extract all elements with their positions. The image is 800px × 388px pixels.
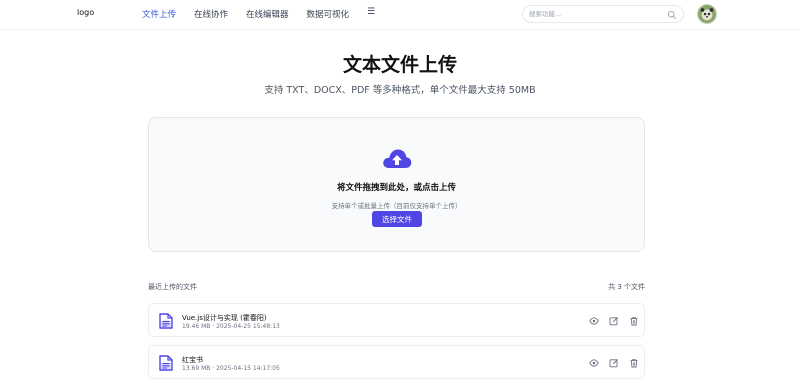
main-nav: 文件上传 在线协作 在线编辑器 数据可视化 ☰ [142,8,375,21]
nav-file-upload[interactable]: 文件上传 [142,8,176,20]
recent-files-count: 共 3 个文件 [608,283,645,291]
upload-dropzone[interactable]: 将文件拖拽到此处，或点击上传 支持单个或批量上传（目前仅支持单个上传） 选择文件 [148,117,645,252]
trash-icon[interactable] [629,358,639,368]
choose-file-button[interactable]: 选择文件 [372,211,422,227]
document-icon [159,355,173,371]
file-meta: 13.69 MB · 2025-04-15 14:17:05 [182,365,280,372]
search-icon[interactable] [667,10,677,20]
file-item[interactable]: 红宝书 13.69 MB · 2025-04-15 14:17:05 [148,345,645,379]
hamburger-menu-icon[interactable]: ☰ [367,8,375,20]
eye-icon[interactable] [589,358,599,368]
edit-icon[interactable] [609,358,619,368]
file-name: Vue.js设计与实现 (霍春阳) [182,314,267,322]
recent-files-heading: 最近上传的文件 [148,283,197,291]
logo[interactable]: logo [77,8,94,17]
page-title: 文本文件上传 [342,54,457,76]
cloud-upload-icon [383,149,412,168]
nav-online-editor[interactable]: 在线编辑器 [246,8,289,20]
file-meta: 19.46 MB · 2025-04-25 15:48:13 [182,323,280,330]
top-navbar: logo 文件上传 在线协作 在线编辑器 数据可视化 ☰ [0,0,800,30]
upload-hint: 支持单个或批量上传（目前仅支持单个上传） [331,202,462,210]
document-icon [159,313,173,329]
trash-icon[interactable] [629,316,639,326]
nav-data-visualization[interactable]: 数据可视化 [307,8,350,20]
file-item[interactable]: Vue.js设计与实现 (霍春阳) 19.46 MB · 2025-04-25 … [148,303,645,337]
search-box [522,5,684,23]
user-avatar[interactable] [697,4,717,24]
eye-icon[interactable] [589,316,599,326]
search-input[interactable] [529,10,664,18]
upload-instruction: 将文件拖拽到此处，或点击上传 [336,183,456,193]
edit-icon[interactable] [609,316,619,326]
file-name: 红宝书 [182,356,203,364]
page-subtitle: 支持 TXT、DOCX、PDF 等多种格式，单个文件最大支持 50MB [264,85,536,96]
nav-online-collab[interactable]: 在线协作 [194,8,228,20]
